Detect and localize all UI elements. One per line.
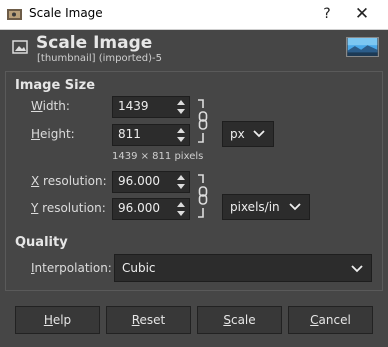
y-resolution-label: Y resolution: <box>31 201 106 215</box>
x-resolution-input[interactable]: 96.000 <box>112 171 190 193</box>
width-label: Width: <box>31 99 70 113</box>
reset-button[interactable]: Reset <box>106 306 191 334</box>
scale-button[interactable]: Scale <box>197 306 282 334</box>
decrement-icon[interactable] <box>177 137 185 142</box>
chain-link-icon[interactable] <box>196 174 210 218</box>
cancel-button[interactable]: Cancel <box>288 306 373 334</box>
x-resolution-label: X resolution: <box>31 174 107 188</box>
title-bar: Scale Image ? ✕ <box>0 0 388 30</box>
window-title: Scale Image <box>29 6 103 20</box>
y-resolution-input[interactable]: 96.000 <box>112 198 190 220</box>
y-resolution-value: 96.000 <box>118 201 160 215</box>
help-title-button[interactable]: ? <box>317 4 337 24</box>
image-size-section-label: Image Size <box>15 78 96 93</box>
chevron-down-icon <box>253 130 265 138</box>
size-unit-dropdown[interactable]: px <box>222 121 274 147</box>
increment-icon[interactable] <box>177 128 185 133</box>
width-input[interactable]: 1439 <box>112 96 190 118</box>
image-icon <box>12 40 28 54</box>
chevron-down-icon <box>351 265 363 273</box>
interpolation-value: Cubic <box>122 261 156 275</box>
dialog-title: Scale Image <box>36 33 153 53</box>
image-thumbnail <box>346 37 379 57</box>
decrement-icon[interactable] <box>177 211 185 216</box>
x-resolution-stepper[interactable] <box>173 172 189 192</box>
resolution-unit-value: pixels/in <box>230 200 280 214</box>
decrement-icon[interactable] <box>177 109 185 114</box>
increment-icon[interactable] <box>177 100 185 105</box>
interpolation-label: Interpolation: <box>31 261 112 275</box>
width-stepper[interactable] <box>173 97 189 117</box>
interpolation-dropdown[interactable]: Cubic <box>114 254 372 282</box>
close-button[interactable]: ✕ <box>352 4 372 24</box>
quality-section-label: Quality <box>15 235 68 250</box>
height-label: Height: <box>31 127 75 141</box>
increment-icon[interactable] <box>177 175 185 180</box>
chain-link-icon[interactable] <box>196 99 210 143</box>
increment-icon[interactable] <box>177 202 185 207</box>
decrement-icon[interactable] <box>177 184 185 189</box>
height-value: 811 <box>118 127 141 141</box>
image-subtitle: [thumbnail] (imported)-5 <box>37 53 162 64</box>
height-input[interactable]: 811 <box>112 124 190 146</box>
y-resolution-stepper[interactable] <box>173 199 189 219</box>
width-value: 1439 <box>118 99 149 113</box>
height-stepper[interactable] <box>173 125 189 145</box>
resolution-unit-dropdown[interactable]: pixels/in <box>222 194 310 220</box>
gimp-icon <box>7 9 22 20</box>
help-button[interactable]: Help <box>15 306 100 334</box>
size-unit-value: px <box>230 127 245 141</box>
x-resolution-value: 96.000 <box>118 174 160 188</box>
dialog-header: Scale Image [thumbnail] (imported)-5 <box>0 30 388 68</box>
chevron-down-icon <box>289 203 301 211</box>
pixel-size-note: 1439 × 811 pixels <box>112 151 204 162</box>
